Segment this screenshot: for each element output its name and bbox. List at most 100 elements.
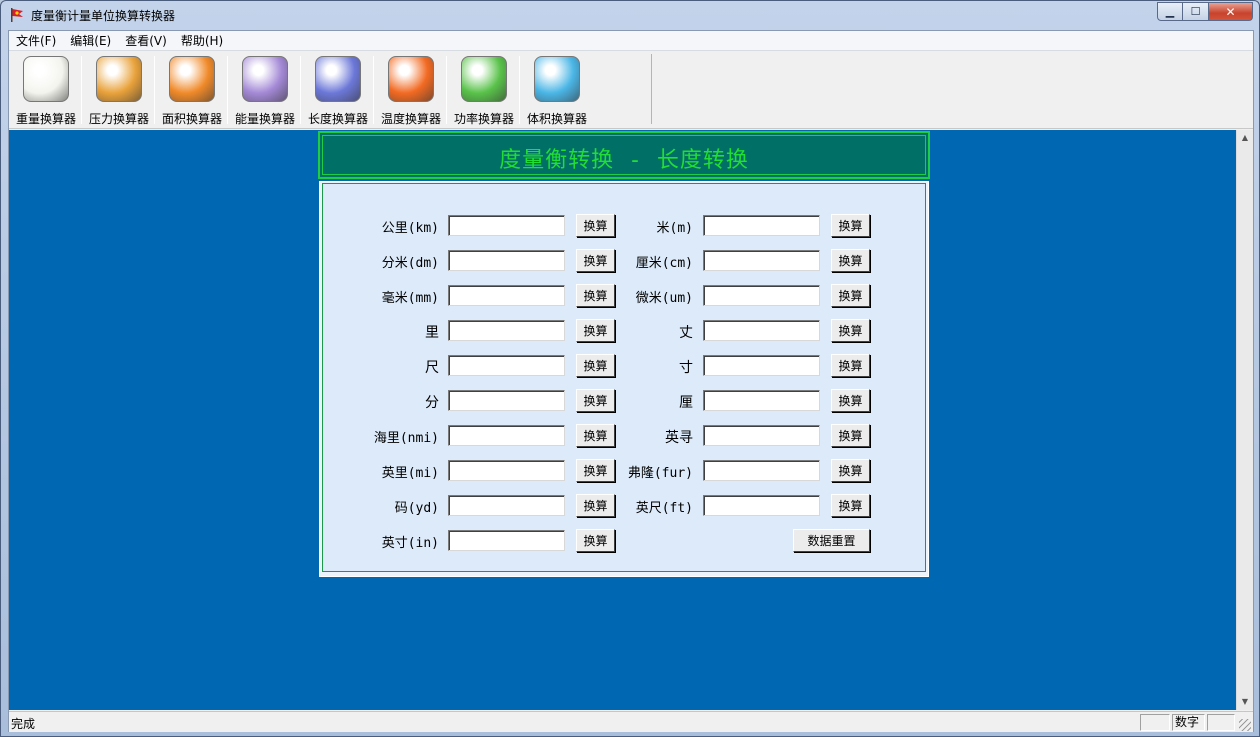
- left-unit-input-2[interactable]: [448, 285, 565, 306]
- window-title: 度量衡计量单位换算转换器: [31, 9, 176, 23]
- menu-edit[interactable]: 编辑(E): [63, 31, 118, 51]
- toolbar-button-4[interactable]: 长度换算器: [303, 54, 373, 126]
- status-bar: 完成 数字: [9, 711, 1253, 732]
- monitor-icon: [315, 56, 361, 102]
- toolbar-label: 功率换算器: [453, 112, 514, 126]
- right-convert-button-4[interactable]: 换算: [831, 354, 870, 377]
- right-unit-label-8: 英尺(ft): [635, 501, 693, 516]
- right-convert-button-6[interactable]: 换算: [831, 424, 870, 447]
- people-icon: [96, 56, 142, 102]
- left-unit-input-5[interactable]: [448, 390, 565, 411]
- right-convert-button-2[interactable]: 换算: [831, 284, 870, 307]
- toolbar-label: 重量换算器: [15, 112, 76, 126]
- toolbar-label: 温度换算器: [380, 112, 441, 126]
- right-unit-label-4: 寸: [679, 360, 693, 376]
- left-unit-input-8[interactable]: [448, 495, 565, 516]
- toolbar-button-5[interactable]: 温度换算器: [376, 54, 446, 126]
- right-unit-label-1: 厘米(cm): [635, 256, 693, 271]
- right-unit-input-0[interactable]: [703, 215, 820, 236]
- left-unit-label-8: 码(yd): [394, 501, 439, 516]
- right-unit-label-2: 微米(um): [635, 291, 693, 306]
- toolbar-end-divider: [651, 54, 652, 124]
- window-controls: ▁ ☐ ✕: [1157, 2, 1253, 21]
- right-unit-label-0: 米(m): [656, 221, 693, 236]
- maximize-button[interactable]: ☐: [1183, 2, 1209, 21]
- left-unit-label-6: 海里(nmi): [373, 431, 439, 446]
- vertical-scrollbar[interactable]: ▲ ▼: [1236, 130, 1253, 710]
- box-icon: [242, 56, 288, 102]
- menu-help[interactable]: 帮助(H): [174, 31, 230, 51]
- right-unit-input-6[interactable]: [703, 425, 820, 446]
- app-window: 度量衡计量单位换算转换器 ▁ ☐ ✕ 文件(F) 编辑(E) 查看(V) 帮助(…: [0, 0, 1260, 737]
- toolbar-button-2[interactable]: 面积换算器: [157, 54, 227, 126]
- toolbar-button-3[interactable]: 能量换算器: [230, 54, 300, 126]
- left-unit-label-5: 分: [425, 395, 439, 411]
- title-bar[interactable]: 度量衡计量单位换算转换器 ▁ ☐ ✕: [1, 1, 1259, 29]
- toolbar-label: 面积换算器: [161, 112, 222, 126]
- close-button[interactable]: ✕: [1209, 2, 1253, 21]
- right-convert-button-0[interactable]: 换算: [831, 214, 870, 237]
- minimize-button[interactable]: ▁: [1157, 2, 1183, 21]
- left-unit-label-9: 英寸(in): [381, 536, 439, 551]
- form-panel: 公里(km) 换算 分米(dm) 换算 毫米(mm) 换算里换算尺换算分换算 海里(nmi)…: [319, 181, 929, 577]
- app-flag-icon: [11, 8, 23, 22]
- reset-data-button[interactable]: 数据重置: [793, 529, 870, 552]
- toolbar-label: 压力换算器: [88, 112, 149, 126]
- client-area: 文件(F) 编辑(E) 查看(V) 帮助(H) 重量换算器 压力换算器 面积换算器能…: [8, 30, 1254, 732]
- left-unit-input-6[interactable]: [448, 425, 565, 446]
- right-unit-input-1[interactable]: [703, 250, 820, 271]
- right-convert-button-5[interactable]: 换算: [831, 389, 870, 412]
- left-unit-label-2: 毫米(mm): [381, 291, 439, 306]
- right-unit-input-8[interactable]: [703, 495, 820, 516]
- status-pane-num: 数字: [1172, 714, 1205, 731]
- menu-bar: 文件(F) 编辑(E) 查看(V) 帮助(H): [9, 31, 1253, 51]
- girl-icon: [461, 56, 507, 102]
- toolbar: 重量换算器 压力换算器 面积换算器 能量换算器 长度换算器 温度换算器 功率换算器 体积换算器: [9, 52, 1253, 129]
- header-panel: 度量衡转换 - 长度转换: [318, 131, 930, 179]
- menu-file[interactable]: 文件(F): [9, 31, 63, 51]
- toolbar-label: 体积换算器: [526, 112, 587, 126]
- status-text: 完成: [11, 717, 36, 731]
- scroll-up-arrow-icon[interactable]: ▲: [1237, 130, 1253, 146]
- toolbar-button-1[interactable]: 压力换算器: [84, 54, 154, 126]
- left-unit-input-3[interactable]: [448, 320, 565, 341]
- left-unit-label-1: 分米(dm): [381, 256, 439, 271]
- right-unit-input-7[interactable]: [703, 460, 820, 481]
- scroll-down-arrow-icon[interactable]: ▼: [1237, 694, 1253, 710]
- right-convert-button-1[interactable]: 换算: [831, 249, 870, 272]
- right-unit-input-5[interactable]: [703, 390, 820, 411]
- toolbar-label: 长度换算器: [307, 112, 368, 126]
- resize-grip-icon[interactable]: [1239, 719, 1251, 731]
- right-unit-input-4[interactable]: [703, 355, 820, 376]
- right-unit-label-6: 英寻: [665, 430, 693, 446]
- right-unit-label-7: 弗隆(fur): [627, 466, 693, 481]
- right-unit-input-3[interactable]: [703, 320, 820, 341]
- toolbar-label: 能量换算器: [234, 112, 295, 126]
- converter-view: 度量衡转换 - 长度转换 公里(km) 换算 分米(dm) 换算 毫米(mm) 换算里换算…: [9, 130, 1236, 710]
- paper-icon: [169, 56, 215, 102]
- left-unit-input-0[interactable]: [448, 215, 565, 236]
- right-convert-button-7[interactable]: 换算: [831, 459, 870, 482]
- status-pane-empty: [1140, 714, 1170, 731]
- left-unit-input-4[interactable]: [448, 355, 565, 376]
- status-pane-scroll: [1207, 714, 1235, 731]
- toolbar-button-7[interactable]: 体积换算器: [522, 54, 592, 126]
- toolbar-button-0[interactable]: 重量换算器: [11, 54, 81, 126]
- menu-view[interactable]: 查看(V): [118, 31, 174, 51]
- left-unit-input-1[interactable]: [448, 250, 565, 271]
- left-unit-label-4: 尺: [425, 360, 439, 376]
- left-unit-label-7: 英里(mi): [381, 466, 439, 481]
- right-convert-button-8[interactable]: 换算: [831, 494, 870, 517]
- toolbar-button-6[interactable]: 功率换算器: [449, 54, 519, 126]
- robot-icon: [388, 56, 434, 102]
- right-unit-input-2[interactable]: [703, 285, 820, 306]
- right-unit-label-5: 厘: [679, 395, 693, 411]
- length-form: 公里(km) 换算 分米(dm) 换算 毫米(mm) 换算里换算尺换算分换算 海里(nmi)…: [322, 183, 926, 572]
- left-unit-input-9[interactable]: [448, 530, 565, 551]
- left-unit-label-0: 公里(km): [381, 221, 439, 236]
- scale-icon: [23, 56, 69, 102]
- left-convert-button-9[interactable]: 换算: [576, 529, 615, 552]
- right-convert-button-3[interactable]: 换算: [831, 319, 870, 342]
- left-unit-input-7[interactable]: [448, 460, 565, 481]
- right-unit-label-3: 丈: [679, 325, 693, 341]
